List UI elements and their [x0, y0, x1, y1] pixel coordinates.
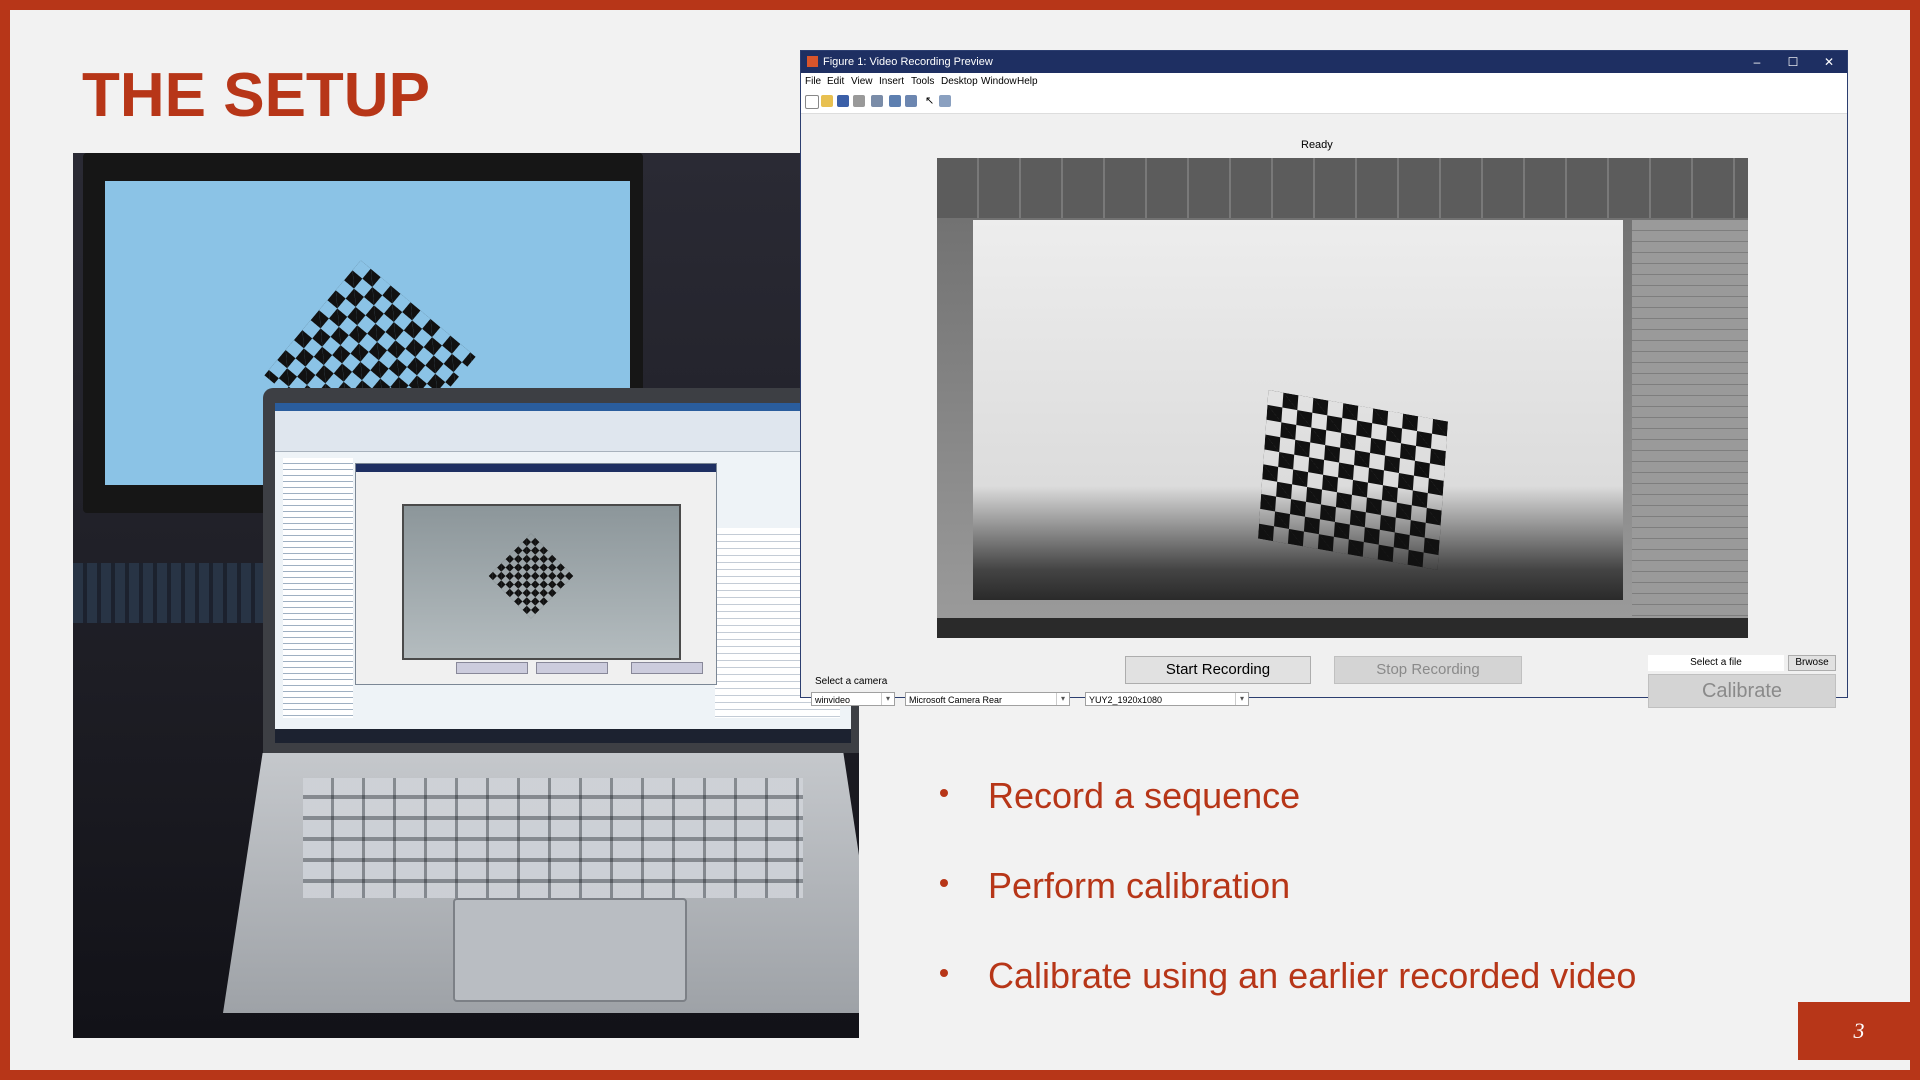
figure-titlebar: Figure 1: Video Recording Preview – ☐ ✕ [801, 51, 1847, 73]
laptop-checkerboard [488, 533, 574, 619]
bullet-text: Perform calibration [988, 865, 1291, 906]
preview-screen [937, 158, 1748, 618]
bullet-dot [940, 969, 948, 977]
maximize-icon[interactable]: ☐ [1775, 51, 1811, 73]
menu-file[interactable]: File [805, 76, 821, 87]
menu-edit[interactable]: Edit [827, 76, 844, 87]
bullet-dot [940, 879, 948, 887]
laptop-file-browser [283, 458, 353, 718]
laptop-figure-window [355, 463, 717, 685]
open-folder-icon[interactable] [821, 95, 833, 107]
laptop-taskbar [275, 729, 851, 743]
figure-title: Figure 1: Video Recording Preview [823, 56, 993, 68]
chevron-down-icon: ▾ [1235, 693, 1248, 705]
status-text: Ready [1301, 139, 1333, 151]
dock-icon[interactable] [889, 95, 901, 107]
format-select-value: YUY2_1920x1080 [1089, 695, 1163, 705]
bullet-text: Record a sequence [988, 775, 1301, 816]
chevron-down-icon: ▾ [1056, 693, 1069, 705]
laptop-keyboard [303, 778, 803, 898]
menu-bar: File Edit View Insert Tools Desktop Wind… [801, 73, 1847, 91]
close-icon[interactable]: ✕ [1811, 51, 1847, 73]
preview-checkerboard [1257, 390, 1449, 570]
pointer-icon[interactable]: ↖ [925, 95, 937, 107]
bullet-dot [940, 789, 948, 797]
menu-insert[interactable]: Insert [879, 76, 904, 87]
menu-help[interactable]: Help [1017, 76, 1038, 87]
laptop-stop-button [536, 662, 608, 674]
select-file-field[interactable]: Select a file [1648, 655, 1784, 671]
preview-player [973, 220, 1623, 600]
menu-desktop[interactable]: Desktop [941, 76, 978, 87]
camera-select[interactable]: Microsoft Camera Rear ▾ [905, 692, 1070, 706]
setup-photo [73, 153, 859, 1038]
laptop-lid [263, 388, 859, 753]
save-icon[interactable] [837, 95, 849, 107]
minimize-icon[interactable]: – [1739, 51, 1775, 73]
page-number: 3 [1798, 1002, 1910, 1060]
desk-keyboard [73, 563, 273, 623]
laptop-preview [402, 504, 681, 660]
menu-tools[interactable]: Tools [911, 76, 934, 87]
slide-title: THE SETUP [82, 61, 430, 130]
figure-window: Figure 1: Video Recording Preview – ☐ ✕ … [800, 50, 1848, 706]
adaptor-select-value: winvideo [815, 695, 851, 705]
figure-toolbar: ↖ [801, 91, 1847, 114]
camera-select-value: Microsoft Camera Rear [909, 695, 1003, 705]
stop-recording-button[interactable]: Stop Recording [1334, 656, 1522, 684]
preview-ribbon [937, 158, 1748, 218]
new-file-icon[interactable] [805, 95, 819, 109]
chevron-down-icon: ▾ [881, 693, 894, 705]
matlab-icon [807, 56, 818, 67]
menu-view[interactable]: View [851, 76, 873, 87]
print-icon[interactable] [853, 95, 865, 107]
preview-taskbar [937, 618, 1748, 638]
menu-window[interactable]: Window [981, 76, 1017, 87]
print-preview-icon[interactable] [871, 95, 883, 107]
layout-icon[interactable] [905, 95, 917, 107]
laptop-trackpad [453, 898, 687, 1002]
start-recording-button[interactable]: Start Recording [1125, 656, 1311, 684]
browse-button[interactable]: Brwose [1788, 655, 1836, 671]
laptop-start-button [456, 662, 528, 674]
video-preview [937, 158, 1748, 638]
laptop-screen [275, 403, 851, 743]
laptop-calibrate-button [631, 662, 703, 674]
slide: THE SETUP Figure 1: Video Recording Prev… [10, 10, 1910, 1070]
preview-side-panel [1632, 220, 1748, 618]
bullet-text: Calibrate using an earlier recorded vide… [988, 955, 1637, 996]
laptop-matlab-ribbon [275, 403, 851, 452]
select-camera-label: Select a camera [815, 676, 888, 687]
adaptor-select[interactable]: winvideo ▾ [811, 692, 895, 706]
calibrate-button[interactable]: Calibrate [1648, 674, 1836, 708]
format-select[interactable]: YUY2_1920x1080 ▾ [1085, 692, 1249, 706]
panel-icon[interactable] [939, 95, 951, 107]
